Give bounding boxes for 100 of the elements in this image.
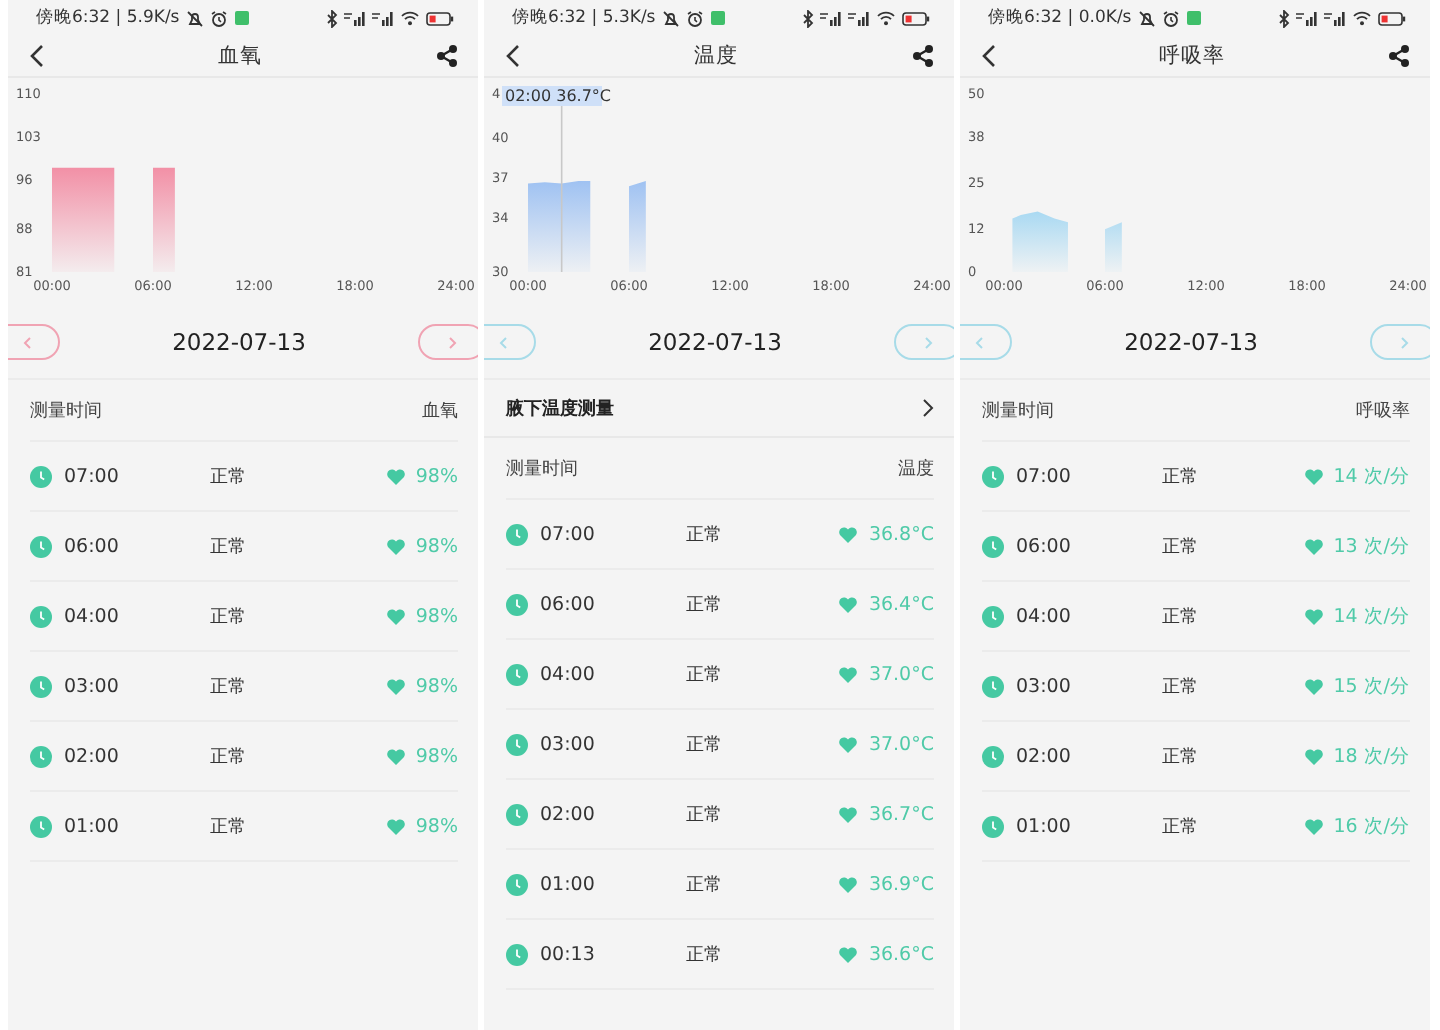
status-text: 正常: [684, 733, 724, 757]
status-text: 正常: [1160, 605, 1200, 629]
heart-icon: [385, 817, 406, 835]
column-header: 测量时间: [30, 399, 102, 423]
app-icon: [1185, 10, 1202, 26]
chevron-right-icon: [447, 335, 457, 349]
date-label: 2022-07-13: [1124, 328, 1258, 356]
status-text: 正常: [208, 745, 248, 769]
status-text: 正常: [684, 943, 724, 967]
reading-value: 98%: [415, 535, 458, 557]
reading-value: 15 次/分: [1333, 673, 1410, 699]
time-text: 03:00: [64, 675, 119, 697]
time-text: 06:00: [1016, 535, 1071, 557]
clock-icon: [982, 675, 1004, 697]
status-text: 正常: [208, 535, 248, 559]
reading-value: 36.4°C: [868, 593, 934, 615]
clock-icon: [982, 745, 1004, 767]
bluetooth-icon: [326, 9, 338, 27]
clock-icon: [506, 803, 528, 825]
back-icon[interactable]: [28, 44, 44, 68]
status-text: 正常: [1160, 815, 1200, 839]
column-header: 测量时间: [506, 457, 578, 481]
section-link[interactable]: 腋下温度测量: [484, 380, 954, 438]
date-label: 2022-07-13: [648, 328, 782, 356]
clock-icon: [982, 605, 1004, 627]
battery-icon: [1378, 11, 1406, 25]
column-header: 血氧: [422, 399, 458, 423]
heart-icon: [385, 747, 406, 765]
chevron-left-icon: [973, 335, 983, 349]
heart-icon: [385, 537, 406, 555]
clock-icon: [982, 815, 1004, 837]
chart-area: [1012, 211, 1122, 272]
bluetooth-icon: [1278, 9, 1290, 27]
status-text: 正常: [208, 675, 248, 699]
clock-icon: [30, 535, 52, 557]
heart-icon: [385, 677, 406, 695]
status-text: 正常: [208, 815, 248, 839]
column-header: 呼吸率: [1356, 399, 1410, 423]
date-label: 2022-07-13: [172, 328, 306, 356]
time-text: 03:00: [1016, 675, 1071, 697]
clock-icon: [982, 535, 1004, 557]
reading-value: 37.0°C: [868, 733, 934, 755]
chevron-right-icon: [1399, 335, 1409, 349]
clock-icon: [506, 943, 528, 965]
wifi-icon: [1352, 10, 1372, 26]
battery-icon: [902, 11, 930, 25]
heart-icon: [1303, 537, 1324, 555]
chart-area: [528, 180, 646, 272]
clock-icon: [506, 523, 528, 545]
status-text: 正常: [1160, 465, 1200, 489]
bell-off-icon: [661, 9, 680, 27]
reading-value: 98%: [415, 465, 458, 487]
time-text: 07:00: [1016, 465, 1071, 487]
chart-area: [52, 167, 175, 272]
heart-icon: [1303, 747, 1324, 765]
status-text: 正常: [1160, 675, 1200, 699]
reading-value: 98%: [415, 675, 458, 697]
back-icon[interactable]: [980, 44, 996, 68]
time-text: 07:00: [540, 523, 595, 545]
heart-icon: [838, 945, 859, 963]
chevron-right-icon: [922, 398, 934, 418]
reading-value: 18 次/分: [1333, 743, 1410, 769]
status-text: 傍晚6:32 | 5.3K/s: [512, 6, 656, 30]
bell-off-icon: [1137, 9, 1156, 27]
share-icon[interactable]: [436, 44, 458, 68]
status-text: 正常: [684, 663, 724, 687]
heart-icon: [838, 525, 859, 543]
bell-off-icon: [185, 9, 204, 27]
share-icon[interactable]: [1388, 44, 1410, 68]
column-header: 温度: [898, 457, 934, 481]
heart-icon: [838, 805, 859, 823]
app-icon: [709, 10, 726, 26]
reading-value: 16 次/分: [1333, 813, 1410, 839]
app-icon: [233, 10, 250, 26]
status-text: 正常: [1160, 745, 1200, 769]
reading-value: 36.6°C: [868, 943, 934, 965]
time-text: 04:00: [1016, 605, 1071, 627]
heart-icon: [385, 467, 406, 485]
reading-value: 13 次/分: [1333, 533, 1410, 559]
battery-icon: [426, 11, 454, 25]
reading-value: 37.0°C: [868, 663, 934, 685]
time-text: 01:00: [64, 815, 119, 837]
clock-icon: [30, 465, 52, 487]
clock-icon: [982, 465, 1004, 487]
clock-icon: [506, 663, 528, 685]
signal-icon: [372, 10, 394, 26]
reading-value: 36.8°C: [868, 523, 934, 545]
share-icon[interactable]: [912, 44, 934, 68]
reading-value: 36.9°C: [868, 873, 934, 895]
signal-icon: [848, 10, 870, 26]
clock-icon: [30, 605, 52, 627]
time-text: 04:00: [540, 663, 595, 685]
status-text: 正常: [684, 873, 724, 897]
time-text: 03:00: [540, 733, 595, 755]
heart-icon: [1303, 607, 1324, 625]
status-text: 正常: [684, 803, 724, 827]
signal-icon: [1296, 10, 1318, 26]
status-text: 傍晚6:32 | 5.9K/s: [36, 6, 180, 30]
back-icon[interactable]: [504, 44, 520, 68]
status-text: 正常: [1160, 535, 1200, 559]
